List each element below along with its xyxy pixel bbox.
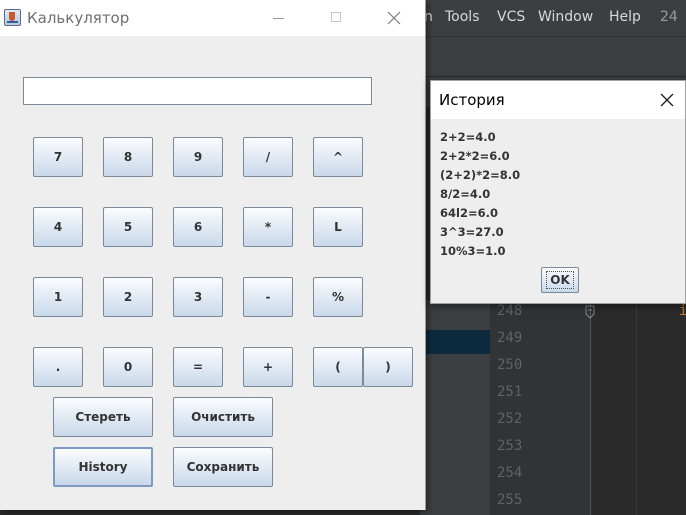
minimize-button[interactable] <box>255 0 301 36</box>
history-titlebar[interactable]: История <box>431 81 685 119</box>
ide-code-text: i <box>679 303 686 319</box>
ok-button-label: OK <box>546 271 574 289</box>
window-title: Калькулятор <box>27 9 130 27</box>
clear-button[interactable]: Очистить <box>173 397 273 437</box>
ide-menu-window[interactable]: Window <box>538 9 593 25</box>
equals-button[interactable]: = <box>173 347 223 387</box>
history-button[interactable]: History <box>53 447 153 487</box>
divide-button[interactable]: / <box>243 137 293 177</box>
ide-menubar: n Tools VCS Window Help 24 <box>420 0 686 36</box>
close-icon <box>660 93 674 107</box>
history-entry: 64l2=6.0 <box>440 206 498 220</box>
decimal-point-button[interactable]: . <box>33 347 83 387</box>
digit-9-button[interactable]: 9 <box>173 137 223 177</box>
ide-line-number: 255 <box>497 492 523 508</box>
ide-gutter-divider <box>590 300 591 515</box>
log-button[interactable]: L <box>313 207 363 247</box>
ide-line-number: 251 <box>497 384 523 400</box>
history-close-button[interactable] <box>649 81 685 119</box>
ide-line-number: 254 <box>497 465 523 481</box>
calculator-window: Калькулятор 7 8 9 / ^ 4 5 6 * L 1 2 3 - … <box>0 0 426 510</box>
digit-0-button[interactable]: 0 <box>103 347 153 387</box>
ide-line-number: 252 <box>497 411 523 427</box>
maximize-button[interactable] <box>313 0 359 36</box>
multiply-button[interactable]: * <box>243 207 293 247</box>
right-paren-button[interactable]: ) <box>363 347 413 387</box>
digit-8-button[interactable]: 8 <box>103 137 153 177</box>
power-button[interactable]: ^ <box>313 137 363 177</box>
left-paren-button[interactable]: ( <box>313 347 363 387</box>
digit-1-button[interactable]: 1 <box>33 277 83 317</box>
ide-toolbar <box>420 36 686 77</box>
history-list: 2+2=4.0 2+2*2=6.0 (2+2)*2=8.0 8/2=4.0 64… <box>440 128 520 261</box>
history-entry: 8/2=4.0 <box>440 187 491 201</box>
close-icon <box>387 11 401 25</box>
subtract-button[interactable]: - <box>243 277 293 317</box>
calculator-titlebar[interactable]: Калькулятор <box>0 0 425 36</box>
modulo-button[interactable]: % <box>313 277 363 317</box>
bookmark-icon[interactable] <box>585 305 595 319</box>
history-dialog-title: История <box>439 91 505 109</box>
digit-4-button[interactable]: 4 <box>33 207 83 247</box>
ide-menu-help[interactable]: Help <box>609 9 641 25</box>
ide-line-number: 253 <box>497 438 523 454</box>
close-button[interactable] <box>371 0 417 36</box>
add-button[interactable]: + <box>243 347 293 387</box>
save-button[interactable]: Сохранить <box>173 447 273 487</box>
history-dialog: История 2+2=4.0 2+2*2=6.0 (2+2)*2=8.0 8/… <box>430 80 686 304</box>
history-entry: 3^3=27.0 <box>440 225 504 239</box>
ide-selected-row[interactable] <box>426 330 490 354</box>
history-entry: 2+2=4.0 <box>440 130 496 144</box>
history-entry: (2+2)*2=8.0 <box>440 168 521 182</box>
calculator-display[interactable] <box>23 77 372 105</box>
history-entry: 2+2*2=6.0 <box>440 149 510 163</box>
ide-line-number: 248 <box>497 303 523 319</box>
ok-button[interactable]: OK <box>541 267 579 293</box>
digit-7-button[interactable]: 7 <box>33 137 83 177</box>
ide-indent-guide <box>636 300 637 515</box>
ide-menu-partial-title: 24 <box>660 9 678 25</box>
digit-2-button[interactable]: 2 <box>103 277 153 317</box>
digit-5-button[interactable]: 5 <box>103 207 153 247</box>
ide-menu-tools[interactable]: Tools <box>445 9 480 25</box>
ide-menu-vcs[interactable]: VCS <box>497 9 525 25</box>
ide-line-number: 249 <box>497 330 523 346</box>
java-app-icon <box>4 9 21 26</box>
ide-line-number: 250 <box>497 357 523 373</box>
erase-button[interactable]: Стереть <box>53 397 153 437</box>
digit-3-button[interactable]: 3 <box>173 277 223 317</box>
history-entry: 10%3=1.0 <box>440 244 506 258</box>
digit-6-button[interactable]: 6 <box>173 207 223 247</box>
